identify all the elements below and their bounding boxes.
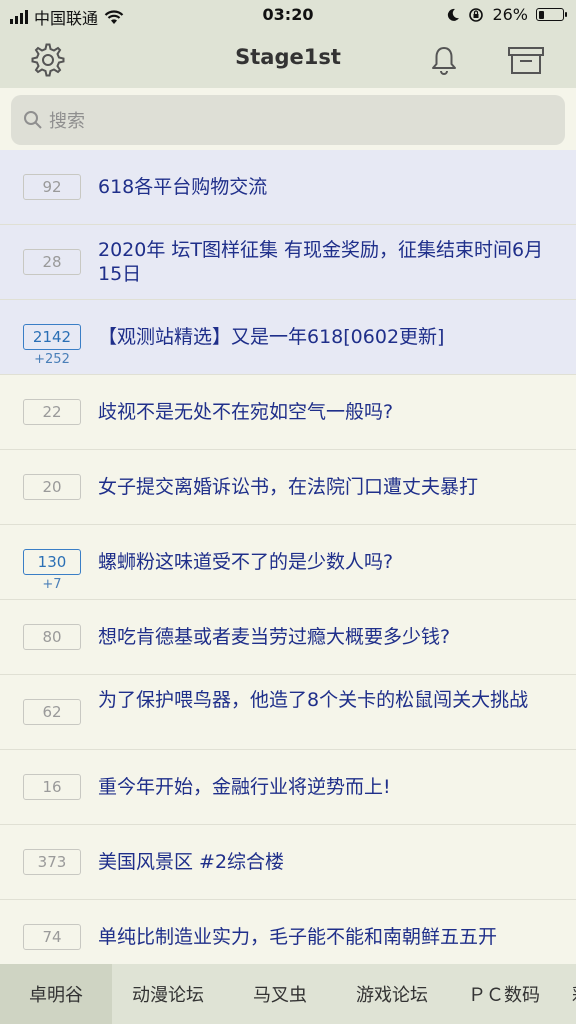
thread-row[interactable]: 92 618各平台购物交流 <box>0 150 576 225</box>
page-title: Stage1st <box>235 45 341 69</box>
tab-forum[interactable]: 马叉虫 <box>224 964 336 1024</box>
thread-title: 螺蛳粉这味道受不了的是少数人吗? <box>98 551 394 573</box>
tab-forum[interactable]: ＰＣ数码 <box>448 964 560 1024</box>
reply-count-badge: 130 <box>23 549 81 575</box>
battery-percent: 26% <box>492 5 528 24</box>
thread-row[interactable]: 62 为了保护喂鸟器，他造了8个关卡的松鼠闯关大挑战 <box>0 675 576 750</box>
thread-title: 2020年 坛T图样征集 有现金奖励，征集结束时间6月15日 <box>98 239 544 285</box>
nav-bar: Stage1st <box>0 30 576 88</box>
thread-row[interactable]: 16 重今年开始，金融行业将逆势而上! <box>0 750 576 825</box>
thread-title: 美国风景区 #2综合楼 <box>98 851 285 873</box>
tab-forum[interactable]: 游戏论坛 <box>336 964 448 1024</box>
new-reply-delta: +252 <box>34 352 70 367</box>
new-reply-delta: +7 <box>42 577 62 592</box>
thread-row[interactable]: 28 2020年 坛T图样征集 有现金奖励，征集结束时间6月15日 <box>0 225 576 300</box>
battery-icon <box>536 8 567 21</box>
reply-count-badge: 373 <box>23 849 81 875</box>
search-area: 搜索 <box>0 88 576 150</box>
reply-count-badge: 20 <box>23 474 81 500</box>
moon-icon <box>448 8 460 21</box>
battery-fill <box>538 10 545 19</box>
tab-forum[interactable]: 卓明谷 <box>0 964 112 1024</box>
thread-row[interactable]: 2142 +252 【观测站精选】又是一年618[0602更新] <box>0 300 576 375</box>
thread-row[interactable]: 20 女子提交离婚诉讼书，在法院门口遭丈夫暴打 <box>0 450 576 525</box>
thread-row[interactable]: 80 想吃肯德基或者麦当劳过瘾大概要多少钱? <box>0 600 576 675</box>
reply-count-badge: 62 <box>23 699 81 725</box>
archive-button[interactable] <box>506 40 546 80</box>
tab-forum[interactable]: 彩 <box>560 964 576 1024</box>
archive-icon <box>508 47 544 74</box>
reply-count-badge: 16 <box>23 774 81 800</box>
reply-count-badge: 74 <box>23 924 81 950</box>
tab-forum[interactable]: 动漫论坛 <box>112 964 224 1024</box>
thread-title: 【观测站精选】又是一年618[0602更新] <box>98 326 445 348</box>
thread-row[interactable]: 130 +7 螺蛳粉这味道受不了的是少数人吗? <box>0 525 576 600</box>
forum-tab-bar: 卓明谷 动漫论坛 马叉虫 游戏论坛 ＰＣ数码 彩 <box>0 964 576 1024</box>
reply-count-badge: 22 <box>23 399 81 425</box>
reply-count-badge: 80 <box>23 624 81 650</box>
orientation-lock-icon <box>469 7 484 22</box>
thread-row[interactable]: 22 歧视不是无处不在宛如空气一般吗? <box>0 375 576 450</box>
reply-count-badge: 28 <box>23 249 81 275</box>
bell-icon <box>432 47 456 75</box>
thread-title: 618各平台购物交流 <box>98 176 268 198</box>
search-icon <box>24 111 42 129</box>
thread-title: 重今年开始，金融行业将逆势而上! <box>98 776 391 798</box>
thread-list: 92 618各平台购物交流 28 2020年 坛T图样征集 有现金奖励，征集结束… <box>0 150 576 975</box>
thread-title: 歧视不是无处不在宛如空气一般吗? <box>98 401 394 423</box>
notifications-button[interactable] <box>424 40 464 80</box>
thread-title: 单纯比制造业实力，毛子能不能和南朝鲜五五开 <box>98 926 498 948</box>
status-right: 26% <box>446 5 567 24</box>
thread-title: 为了保护喂鸟器，他造了8个关卡的松鼠闯关大挑战 <box>98 689 529 711</box>
reply-count-badge: 2142 <box>23 324 81 350</box>
thread-title: 女子提交离婚诉讼书，在法院门口遭丈夫暴打 <box>98 476 479 498</box>
search-placeholder: 搜索 <box>49 111 85 132</box>
search-input[interactable]: 搜索 <box>11 95 565 145</box>
thread-title: 想吃肯德基或者麦当劳过瘾大概要多少钱? <box>98 626 451 648</box>
reply-count-badge: 92 <box>23 174 81 200</box>
status-bar: 中国联通 03:20 26% <box>0 0 576 30</box>
thread-row[interactable]: 373 美国风景区 #2综合楼 <box>0 825 576 900</box>
